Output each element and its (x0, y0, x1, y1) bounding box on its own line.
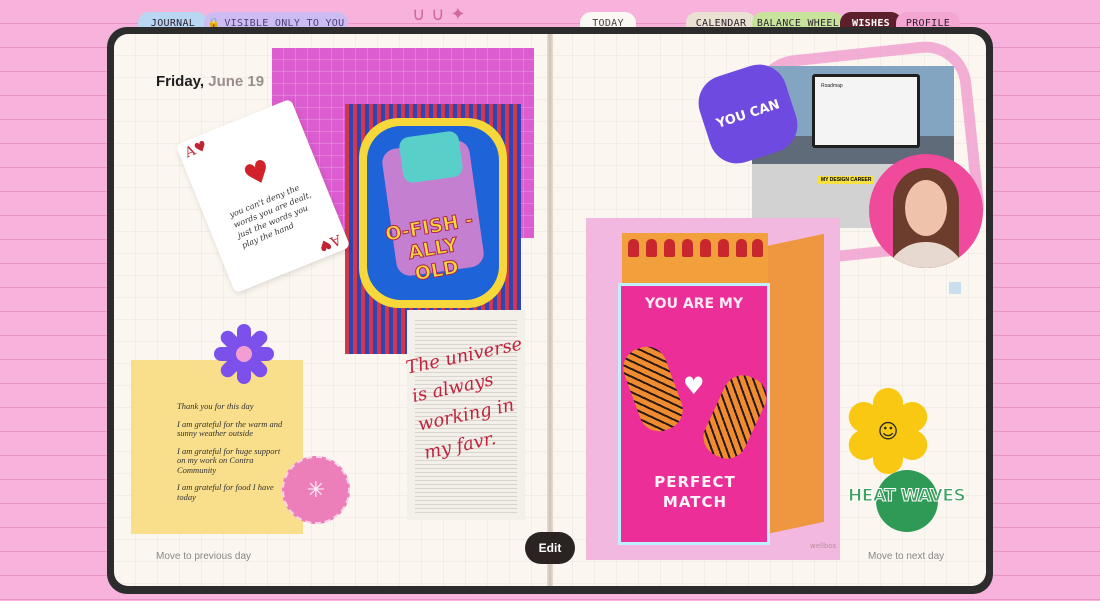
matches-row (622, 233, 768, 288)
match-tip (700, 239, 711, 257)
tiger-icon (696, 368, 774, 466)
match-tip (646, 239, 657, 257)
tiger-icon (617, 341, 689, 437)
ace-card-text: you can't deny the words you are dealt, … (228, 183, 313, 251)
smiley-flower-sticker[interactable]: ☺ (843, 388, 933, 474)
page-date: Friday, June 19 (156, 73, 265, 90)
match-tip (736, 239, 747, 257)
smiley-face-icon: ☺ (868, 411, 908, 451)
ace-corner-bottom: A♥ (316, 230, 344, 254)
matchbox-sticker[interactable]: YOU ARE MY ♥ PERFECT MATCH (617, 283, 774, 545)
heart-icon: ♥ (238, 152, 277, 196)
gratitude-line: Thank you for this day (177, 401, 254, 411)
matchbox-bottom-text: PERFECT MATCH (654, 473, 736, 511)
star-burst-icon: ✳ (306, 477, 326, 503)
heart-icon: ♥ (683, 372, 705, 400)
match-tip (664, 239, 675, 257)
prev-day-link[interactable]: Move to previous day (156, 551, 251, 562)
gratitude-note[interactable]: Thank you for this day I am grateful for… (131, 360, 303, 534)
matchbox-top-text: YOU ARE MY (645, 296, 743, 312)
chemical-things-sticker[interactable]: ✳ (282, 456, 350, 524)
fish-icon (398, 130, 464, 184)
edit-button[interactable]: Edit (525, 532, 575, 564)
gratitude-line: I am grateful for food I have today (177, 482, 274, 502)
flower-center (236, 346, 252, 362)
book-spine (547, 34, 553, 586)
purple-flower-sticker[interactable] (214, 324, 274, 384)
gratitude-line: I am grateful for huge support on my wor… (177, 445, 281, 475)
matchbox-side (766, 233, 824, 535)
photo-tag: MY DESIGN CAREER (818, 176, 875, 184)
next-day-link[interactable]: Move to next day (868, 551, 944, 562)
ace-corner-top: A♥ (182, 138, 210, 162)
avatar-face (905, 180, 947, 236)
gratitude-line: I am grateful for the warm and sunny wea… (177, 418, 283, 438)
roadmap-screen: Roadmap (812, 74, 920, 148)
match-tip (628, 239, 639, 257)
match-tip (718, 239, 729, 257)
matchbox-signature: wellbos (810, 542, 837, 550)
avatar[interactable] (869, 154, 983, 268)
match-tip (752, 239, 763, 257)
blue-square-marker (949, 282, 961, 294)
heat-waves-sticker[interactable]: HEAT WAVES (847, 486, 966, 507)
match-tip (682, 239, 693, 257)
